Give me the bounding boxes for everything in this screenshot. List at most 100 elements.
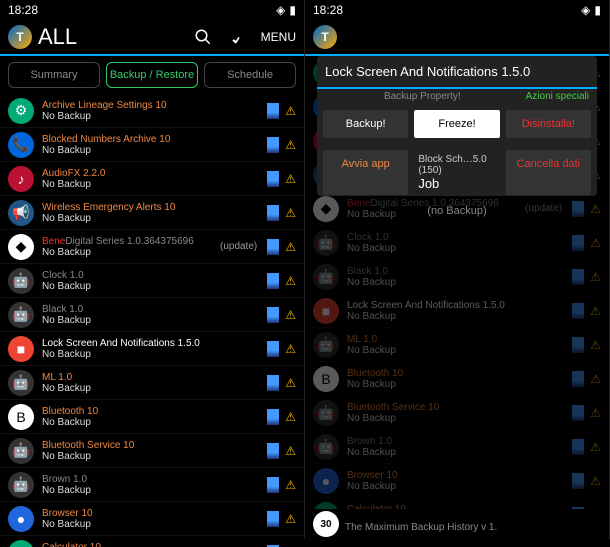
list-item[interactable]: 📞Blocked Numbers Archive 10No Backup⚠ [0, 128, 304, 162]
special-actions[interactable]: Azioni speciali [526, 91, 595, 102]
app-icon: 🤖 [313, 230, 339, 256]
list-item[interactable]: ◆BeneDigital Series 1.0.364375696No Back… [0, 230, 304, 264]
clear-data-button[interactable]: Cancella dati [506, 150, 591, 195]
app-icon: 📞 [8, 132, 34, 158]
freeze-button[interactable]: Freeze! [414, 110, 499, 138]
list-item[interactable]: ■Lock Screen And Notifications 1.5.0No B… [0, 332, 304, 366]
warning-icon: ⚠ [590, 406, 601, 420]
app-icon: ● [313, 468, 339, 494]
storage-icon [267, 341, 279, 357]
list-item[interactable]: ■Calculator 10No Backup⚠ [305, 498, 609, 509]
list-item[interactable]: 🤖ML 1.0No Backup⚠ [305, 328, 609, 362]
app-name: Blocked Numbers Archive 10 [42, 134, 267, 145]
status-time: 18:28 [8, 3, 38, 17]
storage-icon [572, 473, 584, 489]
list-item[interactable]: ●Browser 10No Backup⚠ [305, 464, 609, 498]
storage-icon [572, 371, 584, 387]
tab-bar: Summary Backup / Restore Schedule [0, 56, 304, 94]
app-name: Lock Screen And Notifications 1.5.0 [347, 300, 572, 311]
app-list[interactable]: ⚙ Archive Lineage Settings 10 No Backup ⚠ 📞 B… [0, 94, 304, 547]
app-status: No Backup [42, 213, 267, 224]
app-icon: 🤖 [8, 472, 34, 498]
list-item[interactable]: 🤖ML 1.0No Backup⚠ [0, 366, 304, 400]
app-icon: B [8, 404, 34, 430]
uninstall-button[interactable]: Disinstalla! [506, 110, 591, 138]
menu-button[interactable]: MENU [261, 30, 296, 44]
list-item[interactable]: 🤖Brown 1.0No Backup⚠ [305, 430, 609, 464]
storage-icon [572, 269, 584, 285]
app-name: Archive Lineage Settings 10 [42, 100, 267, 111]
app-status: No Backup [42, 383, 267, 394]
storage-icon [572, 439, 584, 455]
search-button[interactable] [189, 23, 217, 51]
status-time: 18:28 [313, 3, 343, 17]
tab-summary[interactable]: Summary [8, 62, 100, 88]
app-status: No Backup [42, 145, 267, 156]
app-icon: 🤖 [313, 434, 339, 460]
app-name: ML 1.0 [42, 372, 267, 383]
right-phone: 18:28 ◈ ▮ T ⚙Archive Lineage Settings 10… [305, 0, 610, 539]
modal-subtitle: Backup Property! Azioni speciali [317, 89, 597, 104]
warning-icon: ⚠ [590, 338, 601, 352]
modal-title: Lock Screen And Notifications 1.5.0 [317, 56, 597, 89]
left-phone: 18:28 ◈ ▮ T ALL MENU Summary Backup / Re… [0, 0, 305, 539]
warning-icon: ⚠ [285, 104, 296, 118]
app-icon: 🤖 [8, 438, 34, 464]
storage-icon [572, 303, 584, 319]
app-icon: 🤖 [313, 400, 339, 426]
storage-icon [267, 103, 279, 119]
storage-icon [267, 239, 279, 255]
list-item[interactable]: ●Browser 10No Backup⚠ [0, 502, 304, 536]
list-item[interactable]: 🤖Black 1.0No Backup⚠ [305, 260, 609, 294]
app-header: T [305, 20, 609, 56]
warning-icon: ⚠ [285, 206, 296, 220]
app-icon: 📢 [8, 200, 34, 226]
app-icon: B [313, 366, 339, 392]
app-name: Brown 1.0 [42, 474, 267, 485]
app-status: No Backup [42, 417, 267, 428]
list-item[interactable]: 🤖Bluetooth Service 10No Backup⚠ [0, 434, 304, 468]
app-name: AudioFX 2.2.0 [42, 168, 267, 179]
app-status: No Backup [347, 447, 572, 458]
app-name: Bluetooth 10 [347, 368, 572, 379]
app-icon: ■ [8, 336, 34, 362]
app-name: Clock 1.0 [42, 270, 267, 281]
backup-button[interactable]: Backup! [323, 110, 408, 138]
app-status: No Backup [42, 179, 267, 190]
launch-button[interactable]: Avvia app [323, 150, 408, 195]
app-icon: ⚙ [8, 98, 34, 124]
app-status: No Backup [42, 451, 267, 462]
list-item[interactable]: ⚙Archive Lineage Settings 10No Backup⚠ [0, 94, 304, 128]
app-name: Wireless Emergency Alerts 10 [42, 202, 267, 213]
list-item[interactable]: ♪AudioFX 2.2.0No Backup⚠ [0, 162, 304, 196]
list-item[interactable]: 📢 Wireless Emergency Alerts 10No Backup ⚠ [0, 196, 304, 230]
list-item[interactable]: ■Calculator 10No Backup⚠ [0, 536, 304, 547]
check-button[interactable] [225, 23, 253, 51]
warning-icon: ⚠ [285, 342, 296, 356]
warning-icon: ⚠ [285, 376, 296, 390]
battery-icon: ▮ [594, 3, 601, 17]
list-item[interactable]: 🤖Brown 1.0No Backup⚠ [0, 468, 304, 502]
warning-icon: ⚠ [590, 304, 601, 318]
list-item[interactable]: 🤖Bluetooth Service 10No Backup⚠ [305, 396, 609, 430]
list-item[interactable]: 🤖Clock 1.0No Backup⚠ [0, 264, 304, 298]
list-item[interactable]: BBluetooth 10No Backup⚠ [0, 400, 304, 434]
list-item[interactable]: BBluetooth 10No Backup⚠ [305, 362, 609, 396]
list-item[interactable]: ■Lock Screen And Notifications 1.5.0No B… [305, 294, 609, 328]
tab-schedule[interactable]: Schedule [204, 62, 296, 88]
footer-text: The Maximum Backup History v 1. [345, 522, 497, 533]
app-icon: 🤖 [313, 264, 339, 290]
tab-backup[interactable]: Backup / Restore [106, 62, 198, 88]
app-status: No Backup [42, 247, 220, 258]
app-status: No Backup [42, 315, 267, 326]
app-icon: ■ [313, 298, 339, 324]
battery-icon: ▮ [289, 3, 296, 17]
storage-icon [572, 337, 584, 353]
warning-icon: ⚠ [590, 270, 601, 284]
list-item[interactable]: 🤖Black 1.0No Backup⚠ [0, 298, 304, 332]
app-status: No Backup [347, 481, 572, 492]
app-status: No Backup [347, 277, 572, 288]
list-item[interactable]: 🤖Clock 1.0No Backup⚠ [305, 226, 609, 260]
warning-icon: ⚠ [590, 440, 601, 454]
storage-icon [267, 443, 279, 459]
